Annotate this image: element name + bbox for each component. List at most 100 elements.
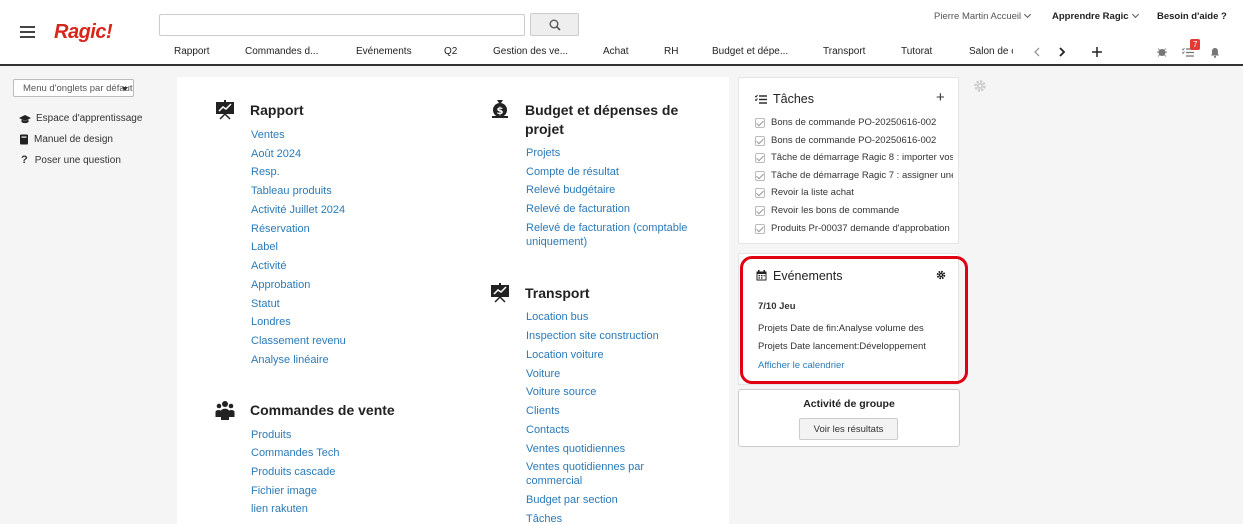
link-rapport-1[interactable]: Août 2024 xyxy=(251,147,301,161)
link-transport-8[interactable]: Ventes quotidiennes par xyxy=(526,460,644,474)
sidebar-link-label: Poser une question xyxy=(34,154,121,166)
tab-gestion[interactable]: Gestion des ve... xyxy=(493,46,568,57)
link-commandes-3[interactable]: Fichier image xyxy=(251,484,317,498)
sidebar-link-ask-question[interactable]: ? Poser une question xyxy=(19,154,121,166)
task-checkbox[interactable] xyxy=(755,152,765,163)
section-title-rapport: Rapport xyxy=(250,102,304,118)
link-rapport-11[interactable]: Classement revenu xyxy=(251,334,346,348)
dashboard-settings-gear-icon[interactable] xyxy=(973,79,987,93)
link-transport-9[interactable]: Budget par section xyxy=(526,493,618,507)
chevron-right-icon[interactable] xyxy=(1056,46,1068,58)
link-transport-8-line2[interactable]: commercial xyxy=(526,474,582,488)
add-tab-icon[interactable] xyxy=(1091,46,1103,58)
task-checkbox[interactable] xyxy=(755,205,765,216)
link-transport-6[interactable]: Contacts xyxy=(526,423,569,437)
search-input[interactable] xyxy=(159,14,525,36)
bug-icon[interactable] xyxy=(1156,46,1168,58)
link-rapport-5[interactable]: Réservation xyxy=(251,222,310,236)
task-label[interactable]: Bons de commande PO-20250616-002 xyxy=(771,135,936,146)
tab-transport[interactable]: Transport xyxy=(823,46,865,57)
link-rapport-10[interactable]: Londres xyxy=(251,315,291,329)
task-checkbox[interactable] xyxy=(755,187,765,198)
user-menu[interactable]: Pierre Martin Accueil xyxy=(934,10,1032,22)
link-transport-2[interactable]: Location voiture xyxy=(526,348,604,362)
link-rapport-4[interactable]: Activité Juillet 2024 xyxy=(251,203,345,217)
section-title-budget-line2: projet xyxy=(525,121,564,137)
link-budget-4[interactable]: Relevé de facturation (comptable xyxy=(526,221,687,235)
tab-rapport[interactable]: Rapport xyxy=(174,46,210,57)
learn-menu[interactable]: Apprendre Ragic xyxy=(1052,10,1139,22)
link-transport-3[interactable]: Voiture xyxy=(526,367,560,381)
presentation-chart-icon xyxy=(216,100,234,120)
task-label[interactable]: Tâche de démarrage Ragic 7 : assigner un… xyxy=(771,170,953,181)
main-content: Rapport Ventes Août 2024 Resp. Tableau p… xyxy=(177,77,729,524)
graduation-cap-icon xyxy=(19,114,31,123)
link-transport-10[interactable]: Tâches xyxy=(526,512,562,524)
ragic-logo[interactable]: Ragic! xyxy=(54,21,113,44)
tab-tutorat[interactable]: Tutorat xyxy=(901,46,932,57)
view-results-button[interactable]: Voir les résultats xyxy=(799,418,898,440)
link-rapport-3[interactable]: Tableau produits xyxy=(251,184,332,198)
link-budget-4-line2[interactable]: uniquement) xyxy=(526,235,587,249)
task-checkbox[interactable] xyxy=(755,223,765,234)
link-commandes-1[interactable]: Commandes Tech xyxy=(251,446,339,460)
sidebar-link-label: Espace d'apprentissage xyxy=(36,113,143,124)
chevron-down-icon xyxy=(1024,10,1032,19)
tab-salon[interactable]: Salon de c xyxy=(969,46,1013,57)
task-label[interactable]: Bons de commande PO-20250616-002 xyxy=(771,117,936,128)
link-transport-5[interactable]: Clients xyxy=(526,404,560,418)
link-budget-0[interactable]: Projets xyxy=(526,146,560,160)
link-commandes-4[interactable]: lien rakuten xyxy=(251,502,308,516)
help-link[interactable]: Besoin d'aide ? xyxy=(1157,11,1227,22)
tasks-panel: Tâches + Bons de commande PO-20250616-00… xyxy=(738,77,959,244)
sidebar-link-design-manual[interactable]: Manuel de design xyxy=(19,134,113,145)
link-rapport-2[interactable]: Resp. xyxy=(251,165,280,179)
task-checkbox[interactable] xyxy=(755,135,765,146)
task-item: Bons de commande PO-20250616-002 xyxy=(755,117,953,128)
tab-rh[interactable]: RH xyxy=(664,46,678,57)
tab-q2[interactable]: Q2 xyxy=(444,46,457,57)
tab-budget[interactable]: Budget et dépe... xyxy=(712,46,788,57)
add-task-icon[interactable]: + xyxy=(936,89,945,106)
tab-menu-select[interactable]: Menu d'onglets par défaut xyxy=(13,79,134,97)
link-transport-0[interactable]: Location bus xyxy=(526,310,588,324)
task-label[interactable]: Revoir la liste achat xyxy=(771,187,854,198)
link-budget-2[interactable]: Relevé budgétaire xyxy=(526,183,615,197)
sidebar-link-learning[interactable]: Espace d'apprentissage xyxy=(19,113,142,124)
link-rapport-9[interactable]: Statut xyxy=(251,297,280,311)
link-commandes-2[interactable]: Produits cascade xyxy=(251,465,335,479)
search-icon xyxy=(549,19,561,31)
section-title-budget: Budget et dépenses de xyxy=(525,102,679,118)
task-item: Tâche de démarrage Ragic 8 : importer vo… xyxy=(755,152,953,163)
link-rapport-6[interactable]: Label xyxy=(251,240,278,254)
tab-menu-select-value: Menu d'onglets par défaut xyxy=(23,83,133,94)
task-item: Tâche de démarrage Ragic 7 : assigner un… xyxy=(755,170,953,181)
bell-icon[interactable] xyxy=(1209,46,1221,58)
link-budget-3[interactable]: Relevé de facturation xyxy=(526,202,630,216)
link-rapport-8[interactable]: Approbation xyxy=(251,278,310,292)
task-checkbox[interactable] xyxy=(755,117,765,128)
tab-commandes[interactable]: Commandes d... xyxy=(245,46,318,57)
users-group-icon xyxy=(215,401,235,420)
link-transport-4[interactable]: Voiture source xyxy=(526,385,596,399)
link-budget-1[interactable]: Compte de résultat xyxy=(526,165,619,179)
notification-badge: 7 xyxy=(1190,39,1201,50)
link-transport-1[interactable]: Inspection site construction xyxy=(526,329,659,343)
task-label[interactable]: Tâche de démarrage Ragic 8 : importer vo… xyxy=(771,152,953,163)
task-label[interactable]: Revoir les bons de commande xyxy=(771,205,899,216)
task-label[interactable]: Produits Pr-00037 demande d'approbation xyxy=(771,223,950,234)
link-transport-7[interactable]: Ventes quotidiennes xyxy=(526,442,625,456)
tab-achat[interactable]: Achat xyxy=(603,46,629,57)
tab-evenements[interactable]: Evénements xyxy=(356,46,412,57)
svg-text:$: $ xyxy=(497,106,504,117)
hamburger-menu-icon[interactable] xyxy=(20,26,35,38)
search-button[interactable] xyxy=(530,13,579,36)
link-commandes-0[interactable]: Produits xyxy=(251,428,291,442)
money-bag-icon: $ xyxy=(492,100,508,118)
task-checkbox[interactable] xyxy=(755,170,765,181)
link-rapport-12[interactable]: Analyse linéaire xyxy=(251,353,329,367)
link-rapport-0[interactable]: Ventes xyxy=(251,128,285,142)
link-rapport-7[interactable]: Activité xyxy=(251,259,286,273)
presentation-chart-icon xyxy=(491,283,509,303)
chevron-left-icon[interactable] xyxy=(1031,46,1043,58)
